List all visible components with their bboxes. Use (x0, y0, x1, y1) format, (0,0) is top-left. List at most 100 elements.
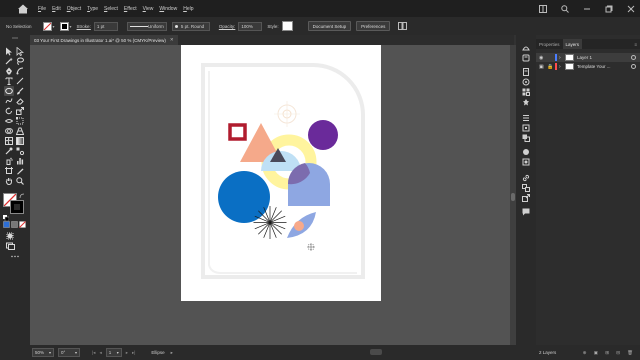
stroke-weight-field[interactable]: 1 pt (93, 21, 118, 31)
slice-tool-icon[interactable] (15, 166, 25, 176)
toolbar-grip[interactable] (10, 36, 20, 40)
layer-row[interactable]: ◉ › Layer 1 (536, 53, 640, 62)
scrollbar-thumb[interactable] (511, 193, 515, 201)
zoom-tool-icon[interactable] (15, 176, 25, 186)
paintbrush-tool-icon[interactable] (15, 86, 25, 96)
rotation-field[interactable]: 0° ▾ (58, 348, 80, 357)
menu-select[interactable]: Select (104, 6, 118, 12)
swatches-icon[interactable] (521, 87, 531, 97)
menu-file[interactable]: File (38, 6, 46, 12)
curvature-tool-icon[interactable] (15, 66, 25, 76)
workspace-switcher-icon[interactable] (538, 4, 548, 14)
draw-mode-icon[interactable] (5, 231, 15, 241)
menu-type[interactable]: Type (87, 6, 98, 12)
perspective-grid-tool-icon[interactable] (15, 126, 25, 136)
edit-toolbar-icon[interactable] (10, 253, 20, 259)
tab-layers[interactable]: Layers (562, 39, 583, 49)
pen-tool-icon[interactable] (4, 66, 14, 76)
blend-tool-icon[interactable] (15, 146, 25, 156)
asset-export-icon[interactable] (521, 193, 531, 203)
brush-definition[interactable]: 5 pt. Round (171, 21, 210, 31)
target-indicator-icon[interactable] (631, 55, 636, 60)
stroke-color-box[interactable] (10, 200, 24, 214)
symbols-icon[interactable] (521, 97, 531, 107)
first-artboard-icon[interactable]: |◂ (92, 350, 95, 356)
chevron-down-icon[interactable]: ▾ (70, 24, 72, 29)
swap-colors-icon[interactable] (19, 193, 25, 199)
menu-help[interactable]: Help (183, 6, 193, 12)
menu-effect[interactable]: Effect (124, 6, 137, 12)
tab-properties[interactable]: Properties (536, 39, 563, 49)
libraries-icon[interactable] (521, 43, 531, 53)
rotate-tool-icon[interactable] (4, 106, 14, 116)
graphic-styles-icon[interactable] (521, 157, 531, 167)
menu-view[interactable]: View (143, 6, 154, 12)
search-icon[interactable] (560, 4, 570, 14)
home-icon[interactable] (16, 3, 30, 15)
chevron-down-icon[interactable]: ▾ (53, 24, 55, 29)
eyedropper-tool-icon[interactable] (4, 146, 14, 156)
align-icon[interactable] (521, 113, 531, 123)
pathfinder-icon[interactable] (521, 133, 531, 143)
layer-action-icons[interactable]: ⊕ ▣ ⊞ ⊟ 🗑 (583, 350, 636, 356)
template-layer-icon[interactable]: ▣ (539, 64, 547, 70)
properties-icon[interactable] (521, 67, 531, 77)
comments-icon[interactable] (521, 207, 531, 217)
artboard-navigation-field[interactable]: 1 ▾ (105, 348, 122, 357)
mesh-tool-icon[interactable] (4, 136, 14, 146)
selection-tool-icon[interactable] (4, 46, 14, 56)
lasso-icon[interactable] (15, 56, 25, 66)
lock-icon[interactable]: 🔒 (547, 64, 555, 70)
shaper-tool-icon[interactable] (4, 96, 14, 106)
layer-name[interactable]: Layer 1 (577, 55, 592, 60)
last-artboard-icon[interactable]: ▸| (132, 350, 135, 356)
status-menu-arrow-icon[interactable]: ▸ (171, 350, 173, 356)
menu-object[interactable]: Object (67, 6, 81, 12)
target-indicator-icon[interactable] (631, 64, 636, 69)
ellipse-tool-icon[interactable] (4, 86, 14, 96)
previous-artboard-icon[interactable]: ◂ (99, 350, 101, 356)
eraser-tool-icon[interactable] (15, 96, 25, 106)
color-icon[interactable] (521, 77, 531, 87)
stroke-label[interactable]: Stroke: (77, 24, 91, 29)
appearance-icon[interactable] (521, 147, 531, 157)
gradient-tool-icon[interactable] (15, 136, 25, 146)
preferences-button[interactable]: Preferences (356, 21, 391, 31)
horizontal-scroll-thumb[interactable] (370, 349, 382, 355)
close-icon[interactable] (626, 4, 636, 14)
color-mode-icon[interactable] (3, 221, 10, 228)
next-artboard-icon[interactable]: ▸ (126, 350, 128, 356)
opacity-field[interactable]: 100% (238, 21, 263, 31)
free-transform-tool-icon[interactable] (15, 116, 25, 126)
document-tab[interactable]: 03 Your First Drawings in Illustrator 1.… (30, 35, 178, 45)
opacity-label[interactable]: Opacity: (219, 24, 236, 29)
screen-mode-icon[interactable] (5, 241, 15, 251)
document-setup-button[interactable]: Document Setup (307, 21, 352, 31)
transform-icon[interactable] (521, 123, 531, 133)
direct-selection-tool-icon[interactable] (15, 46, 25, 56)
none-mode-icon[interactable] (19, 221, 26, 228)
line-segment-tool-icon[interactable] (15, 76, 25, 86)
layer-row[interactable]: ▣ 🔒 › Template Your ... (536, 62, 640, 71)
stroke-swatch[interactable] (59, 21, 69, 31)
symbol-sprayer-tool-icon[interactable] (4, 156, 14, 166)
shape-builder-tool-icon[interactable] (4, 126, 14, 136)
artboards-icon[interactable] (521, 183, 531, 193)
learn-icon[interactable] (521, 53, 531, 63)
menu-window[interactable]: Window (159, 6, 177, 12)
restore-icon[interactable] (604, 4, 614, 14)
visibility-eye-icon[interactable]: ◉ (539, 55, 547, 61)
type-tool-icon[interactable] (4, 76, 14, 86)
gradient-mode-icon[interactable] (11, 221, 18, 228)
minimize-icon[interactable] (582, 4, 592, 14)
graphic-style-swatch[interactable] (281, 21, 293, 31)
chevron-down-icon[interactable]: ▾ (75, 350, 77, 355)
panel-menu-icon[interactable]: ≡ (631, 39, 640, 49)
menu-edit[interactable]: Edit (52, 6, 61, 12)
fill-swatch[interactable] (42, 21, 52, 31)
variable-width-profile[interactable]: Uniform (126, 21, 167, 31)
artboard-tool-icon[interactable] (4, 166, 14, 176)
width-tool-icon[interactable] (4, 116, 14, 126)
chevron-down-icon[interactable]: ▾ (49, 350, 51, 355)
scale-tool-icon[interactable] (15, 106, 25, 116)
